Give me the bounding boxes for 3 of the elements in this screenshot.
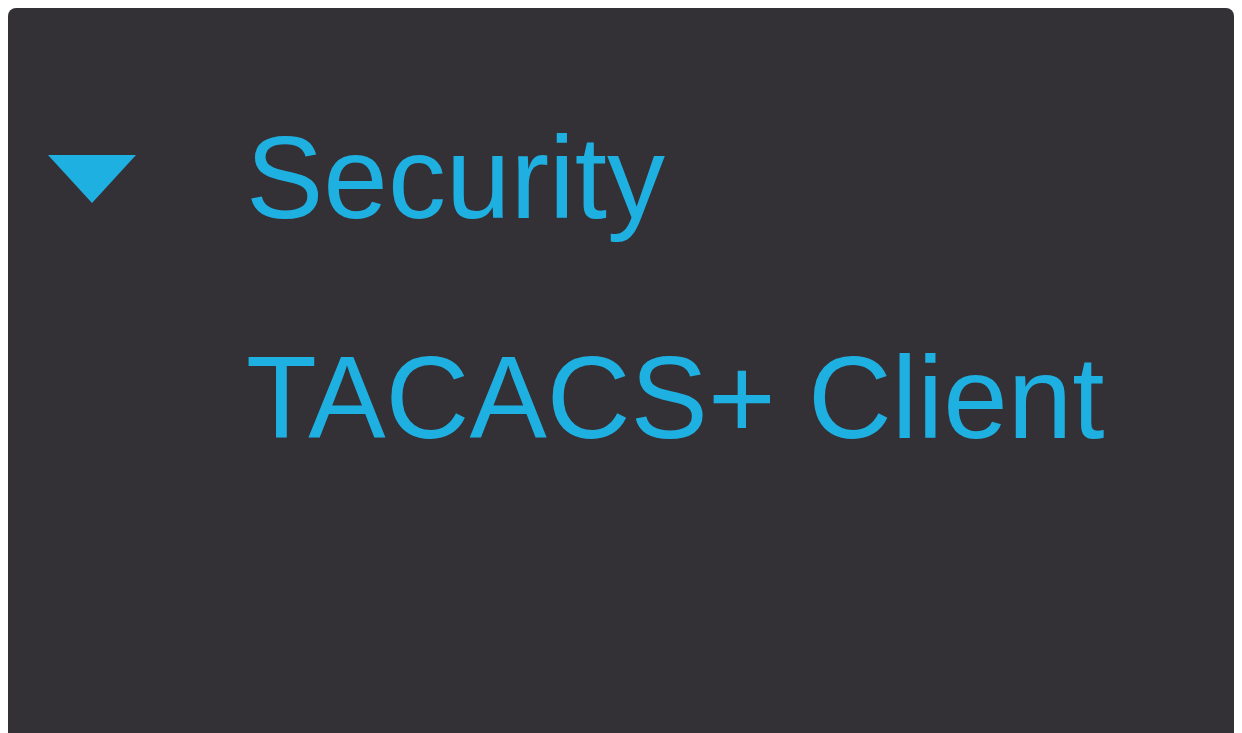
nav-item[interactable]: Security <box>246 103 666 253</box>
nav-subitem[interactable]: TACACS+ Client <box>246 323 1105 473</box>
caret-down-icon[interactable] <box>48 153 136 203</box>
